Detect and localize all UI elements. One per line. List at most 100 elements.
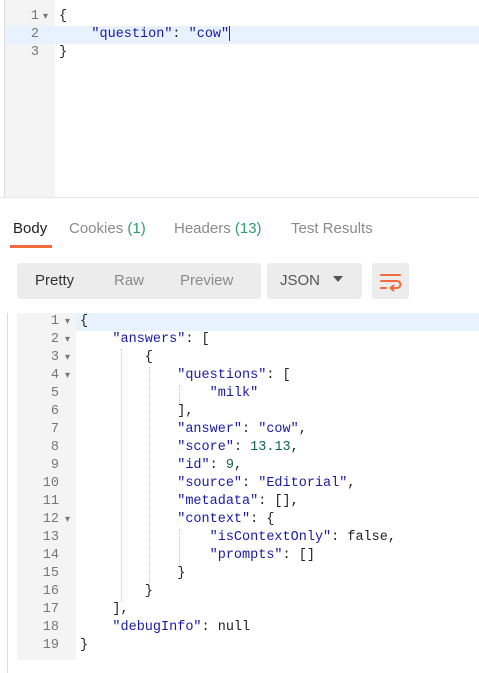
code-token: "question" bbox=[59, 27, 173, 43]
code-token: "context" bbox=[80, 512, 251, 527]
response-tabs: Body Cookies (1) Headers (13) Test Resul… bbox=[0, 197, 479, 248]
code-line: ], bbox=[80, 601, 129, 619]
raw-button[interactable]: Raw bbox=[114, 272, 144, 289]
code-token: "answers" bbox=[80, 332, 186, 347]
code-line: "answer": "cow", bbox=[80, 421, 307, 439]
line-number: 2 bbox=[30, 27, 39, 42]
line-number: 16 bbox=[42, 584, 59, 599]
code-token: "metadata" bbox=[80, 494, 259, 509]
code-token: "cow" bbox=[258, 422, 299, 437]
code-line: ], bbox=[80, 403, 193, 421]
code-token: false bbox=[347, 530, 388, 545]
code-line: "context": { bbox=[80, 511, 274, 529]
code-token: 9 bbox=[225, 458, 234, 473]
preview-button[interactable]: Preview bbox=[180, 272, 233, 289]
code-token: : bbox=[209, 458, 226, 473]
code-token: "id" bbox=[80, 458, 210, 473]
fold-arrow-icon[interactable]: ▾ bbox=[65, 331, 70, 349]
code-token: : [], bbox=[258, 494, 299, 509]
line-number: 14 bbox=[42, 548, 59, 563]
code-token: { bbox=[80, 314, 89, 329]
code-token: "milk" bbox=[80, 386, 259, 401]
tab-headers[interactable]: Headers (13) bbox=[174, 220, 262, 237]
fold-arrow-icon[interactable]: ▾ bbox=[43, 8, 48, 26]
code-line: } bbox=[80, 583, 153, 601]
line-number: 12 bbox=[42, 512, 59, 527]
code-token: "prompts" bbox=[80, 548, 283, 563]
fold-arrow-icon[interactable]: ▾ bbox=[65, 511, 70, 529]
code-token: , bbox=[347, 476, 356, 491]
code-line: { bbox=[80, 313, 88, 331]
text-cursor bbox=[229, 26, 231, 41]
code-token: "questions" bbox=[80, 368, 267, 383]
response-toolbar: Pretty Raw Preview JSON bbox=[0, 247, 479, 313]
code-line: { bbox=[59, 8, 67, 26]
code-line: "isContextOnly": false, bbox=[80, 529, 396, 547]
request-body-editor[interactable]: 1 ▾ {2 "question": "cow" 3} bbox=[0, 0, 479, 197]
wrap-lines-button[interactable] bbox=[372, 263, 409, 299]
line-number: 13 bbox=[42, 530, 59, 545]
code-line: "debugInfo": null bbox=[80, 619, 250, 637]
code-token: "score" bbox=[80, 440, 234, 455]
code-token: : bbox=[242, 476, 259, 491]
view-mode-selector: Pretty Raw Preview bbox=[17, 263, 261, 299]
code-line: { bbox=[80, 349, 153, 367]
code-line: "question": "cow" bbox=[59, 26, 231, 44]
format-label: JSON bbox=[280, 272, 321, 289]
tab-body[interactable]: Body bbox=[13, 220, 47, 237]
wrap-lines-icon bbox=[380, 274, 402, 292]
code-line: "prompts": [] bbox=[80, 547, 315, 565]
code-token: } bbox=[59, 45, 68, 60]
tab-label: Headers bbox=[174, 220, 231, 237]
code-line: "answers": [ bbox=[80, 331, 209, 349]
code-token: 13.13 bbox=[250, 440, 291, 455]
chevron-down-icon bbox=[333, 276, 343, 282]
code-line: } bbox=[80, 637, 88, 655]
code-token: { bbox=[59, 9, 68, 24]
line-number: 17 bbox=[42, 602, 59, 617]
line-number: 1 bbox=[30, 9, 39, 24]
code-token: : { bbox=[250, 512, 275, 527]
code-token: : bbox=[172, 27, 189, 43]
line-number: 7 bbox=[50, 422, 59, 437]
line-number: 1 bbox=[50, 314, 59, 329]
fold-arrow-icon[interactable]: ▾ bbox=[65, 313, 70, 331]
active-line-highlight bbox=[76, 313, 479, 331]
code-token: } bbox=[80, 584, 153, 599]
fold-arrow-icon[interactable]: ▾ bbox=[65, 367, 70, 385]
code-token: "Editorial" bbox=[258, 476, 348, 491]
line-number: 3 bbox=[30, 45, 39, 60]
code-line: "metadata": [], bbox=[80, 493, 299, 511]
code-token: } bbox=[80, 638, 89, 653]
code-token: "debugInfo" bbox=[80, 620, 202, 635]
line-number: 5 bbox=[50, 386, 59, 401]
code-token: : bbox=[331, 530, 348, 545]
line-number: 4 bbox=[50, 368, 59, 383]
line-number: 10 bbox=[42, 476, 59, 491]
tab-count: (13) bbox=[234, 220, 262, 237]
code-token: "isContextOnly" bbox=[80, 530, 332, 545]
tab-test-results[interactable]: Test Results bbox=[291, 220, 373, 237]
code-token: ], bbox=[80, 602, 129, 617]
line-number: 3 bbox=[50, 350, 59, 365]
line-number: 11 bbox=[42, 494, 59, 509]
response-body-viewer[interactable]: 1 ▾{2 ▾ "answers": [3 ▾ {4 ▾ "questions": [5… bbox=[0, 313, 479, 673]
tab-label: Body bbox=[13, 220, 48, 237]
code-line: "source": "Editorial", bbox=[80, 475, 355, 493]
code-line: "id": 9, bbox=[80, 457, 242, 475]
code-token: { bbox=[80, 350, 153, 365]
code-token: : bbox=[201, 620, 218, 635]
code-token: : bbox=[242, 422, 259, 437]
code-token: : [] bbox=[282, 548, 315, 563]
code-line: "questions": [ bbox=[80, 367, 290, 385]
fold-arrow-icon[interactable]: ▾ bbox=[65, 349, 70, 367]
line-number: 18 bbox=[42, 620, 59, 635]
viewer-border bbox=[7, 313, 8, 673]
code-line: } bbox=[80, 565, 185, 583]
pretty-button[interactable]: Pretty bbox=[35, 272, 74, 289]
tab-cookies[interactable]: Cookies (1) bbox=[69, 220, 146, 237]
code-token: } bbox=[80, 566, 186, 581]
line-number: 19 bbox=[42, 638, 59, 653]
code-token: null bbox=[217, 620, 251, 635]
format-dropdown[interactable]: JSON bbox=[267, 263, 362, 299]
